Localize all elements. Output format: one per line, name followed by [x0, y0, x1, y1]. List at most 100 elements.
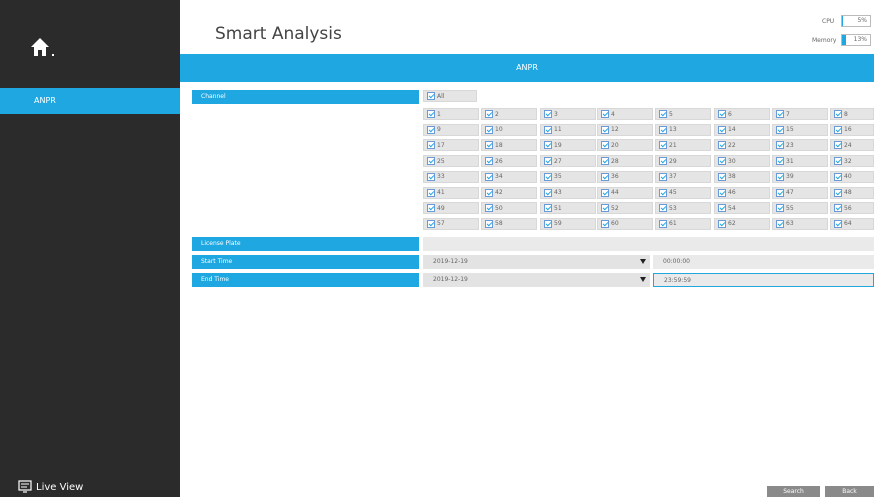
channel-checkbox[interactable]: 27: [540, 155, 596, 168]
channel-checkbox[interactable]: 26: [481, 155, 537, 168]
channel-checkbox[interactable]: 45: [655, 186, 711, 199]
channel-number-label: 53: [669, 204, 677, 212]
channel-checkbox[interactable]: 7: [772, 108, 828, 120]
channel-checkbox[interactable]: 6: [714, 108, 770, 120]
channel-checkbox[interactable]: 33: [423, 170, 479, 183]
channel-checkbox[interactable]: 64: [830, 217, 874, 230]
channel-checkbox[interactable]: 49: [423, 202, 479, 215]
channel-checkbox[interactable]: 38: [714, 170, 770, 183]
channel-checkbox[interactable]: 30: [714, 155, 770, 168]
channel-checkbox[interactable]: 17: [423, 139, 479, 152]
channel-checkbox[interactable]: 24: [830, 139, 874, 152]
channel-number-label: 43: [554, 189, 562, 196]
channel-checkbox[interactable]: 46: [714, 186, 770, 199]
home-button[interactable]: [30, 36, 62, 60]
memory-value: 13%: [853, 36, 867, 43]
checkbox-checked-icon: [427, 188, 435, 197]
channel-number-label: 54: [728, 204, 736, 212]
cpu-meter-fill: [842, 16, 844, 26]
channel-checkbox[interactable]: 36: [597, 170, 653, 183]
channel-checkbox[interactable]: 53: [655, 202, 711, 215]
live-view-button[interactable]: Live View: [18, 478, 83, 496]
channel-checkbox[interactable]: 29: [655, 155, 711, 168]
channel-checkbox[interactable]: 16: [830, 123, 874, 136]
channel-checkbox[interactable]: 15: [772, 123, 828, 136]
channel-checkbox[interactable]: 40: [830, 170, 874, 183]
channel-checkbox[interactable]: 20: [597, 139, 653, 152]
dropdown-arrow-icon: [640, 277, 646, 282]
channel-checkbox[interactable]: 56: [830, 202, 874, 215]
channel-checkbox[interactable]: 54: [714, 202, 770, 215]
checkbox-checked-icon: [485, 188, 493, 197]
channel-checkbox[interactable]: 41: [423, 186, 479, 199]
end-time-value: 23:59:59: [664, 277, 691, 284]
license-plate-input[interactable]: [423, 237, 874, 251]
channel-number-label: 39: [786, 173, 794, 181]
channel-number-label: 3: [554, 110, 558, 118]
channel-checkbox[interactable]: 63: [772, 217, 828, 230]
start-time-input[interactable]: 00:00:00: [653, 255, 874, 269]
search-button[interactable]: Search: [767, 486, 820, 497]
checkbox-checked-icon: [659, 141, 667, 150]
channel-checkbox[interactable]: 58: [481, 217, 537, 230]
channel-checkbox[interactable]: 59: [540, 217, 596, 230]
channel-checkbox[interactable]: 23: [772, 139, 828, 152]
channel-checkbox[interactable]: 51: [540, 202, 596, 215]
channel-checkbox[interactable]: 9: [423, 123, 479, 136]
checkbox-checked-icon: [718, 110, 726, 118]
channel-checkbox[interactable]: 44: [597, 186, 653, 199]
sidebar: ANPR Live View: [0, 0, 180, 497]
checkbox-checked-icon: [776, 110, 784, 118]
channel-checkbox[interactable]: 62: [714, 217, 770, 230]
channel-checkbox[interactable]: 2: [481, 108, 537, 120]
channel-checkbox[interactable]: 37: [655, 170, 711, 183]
channel-checkbox[interactable]: 1: [423, 108, 479, 120]
channel-checkbox[interactable]: 48: [830, 186, 874, 199]
channel-checkbox[interactable]: 10: [481, 123, 537, 136]
channel-checkbox[interactable]: 34: [481, 170, 537, 183]
checkbox-checked-icon: [659, 157, 667, 166]
channel-number-label: 13: [669, 126, 677, 134]
start-date-select[interactable]: 2019-12-19: [423, 255, 650, 269]
channel-checkbox[interactable]: 55: [772, 202, 828, 215]
channel-checkbox[interactable]: 39: [772, 170, 828, 183]
back-button[interactable]: Back: [825, 486, 874, 497]
channel-checkbox[interactable]: 22: [714, 139, 770, 152]
checkbox-checked-icon: [776, 125, 784, 134]
channel-number-label: 27: [554, 157, 562, 165]
checkbox-checked-icon: [834, 125, 842, 134]
channel-checkbox[interactable]: 47: [772, 186, 828, 199]
channel-checkbox[interactable]: 19: [540, 139, 596, 152]
channel-checkbox[interactable]: 11: [540, 123, 596, 136]
channel-checkbox[interactable]: 43: [540, 186, 596, 199]
channel-checkbox[interactable]: 61: [655, 217, 711, 230]
channel-all-checkbox[interactable]: All: [423, 90, 477, 102]
channel-checkbox[interactable]: 21: [655, 139, 711, 152]
channel-checkbox[interactable]: 50: [481, 202, 537, 215]
channel-checkbox[interactable]: 42: [481, 186, 537, 199]
channel-checkbox[interactable]: 28: [597, 155, 653, 168]
end-date-select[interactable]: 2019-12-19: [423, 273, 650, 287]
channel-checkbox[interactable]: 4: [597, 108, 653, 120]
channel-checkbox[interactable]: 32: [830, 155, 874, 168]
channel-number-label: 64: [844, 220, 852, 228]
channel-checkbox[interactable]: 52: [597, 202, 653, 215]
channel-number-label: 28: [611, 157, 619, 165]
checkbox-checked-icon: [834, 188, 842, 197]
channel-checkbox[interactable]: 13: [655, 123, 711, 136]
channel-checkbox[interactable]: 18: [481, 139, 537, 152]
channel-checkbox[interactable]: 31: [772, 155, 828, 168]
channel-checkbox[interactable]: 5: [655, 108, 711, 120]
channel-checkbox[interactable]: 25: [423, 155, 479, 168]
channel-checkbox[interactable]: 57: [423, 217, 479, 230]
channel-checkbox[interactable]: 3: [540, 108, 596, 120]
channel-checkbox[interactable]: 8: [830, 108, 874, 120]
channel-checkbox[interactable]: 60: [597, 217, 653, 230]
sidebar-item-anpr[interactable]: ANPR: [0, 88, 180, 114]
channel-number-label: 51: [554, 204, 562, 212]
end-time-input[interactable]: 23:59:59: [653, 273, 874, 287]
channel-number-label: 56: [844, 204, 852, 212]
channel-checkbox[interactable]: 14: [714, 123, 770, 136]
channel-checkbox[interactable]: 12: [597, 123, 653, 136]
channel-checkbox[interactable]: 35: [540, 170, 596, 183]
